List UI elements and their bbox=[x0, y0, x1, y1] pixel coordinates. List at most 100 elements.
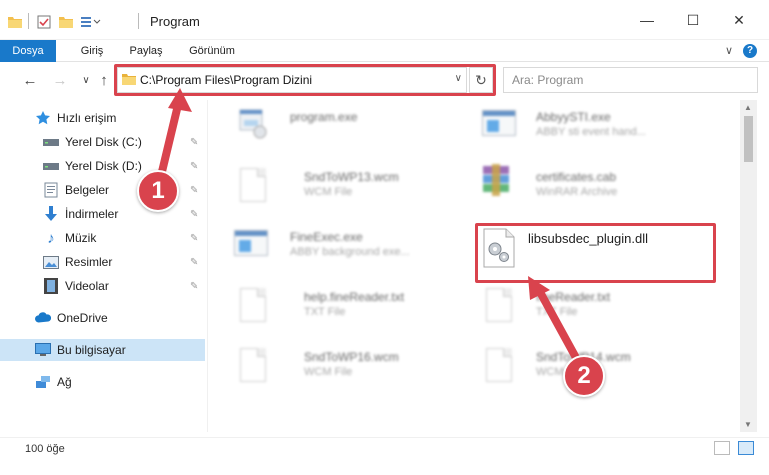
callout-1: 1 bbox=[137, 170, 179, 212]
winrar-icon bbox=[480, 164, 520, 208]
tab-gorunum[interactable]: Görünüm bbox=[182, 40, 242, 62]
back-button[interactable]: ← bbox=[20, 70, 40, 90]
file-item[interactable]: SndToWP16.wcm WCM File bbox=[234, 344, 474, 394]
sidebar-item-label: İndirmeler bbox=[65, 207, 119, 221]
file-icon bbox=[234, 164, 274, 208]
details-view-icon[interactable] bbox=[714, 441, 730, 455]
search-input[interactable]: Ara: Program bbox=[503, 67, 758, 93]
pictures-icon bbox=[43, 254, 59, 270]
customize-toolbar-icon[interactable] bbox=[80, 12, 102, 32]
sidebar-item-pictures[interactable]: Resimler ✎ bbox=[0, 251, 205, 273]
pin-icon: ✎ bbox=[190, 136, 199, 148]
file-item[interactable]: help.fineReader.txt TXT File bbox=[234, 284, 474, 334]
divider bbox=[138, 13, 139, 29]
sidebar-item-label: Resimler bbox=[65, 255, 113, 269]
sidebar-item-local-disk-d[interactable]: Yerel Disk (D:) ✎ bbox=[0, 155, 205, 177]
window-title: Program bbox=[150, 14, 200, 29]
forward-button[interactable]: → bbox=[50, 70, 70, 90]
scroll-up-icon[interactable]: ▲ bbox=[744, 103, 752, 112]
file-name: help.fineReader.txt bbox=[304, 290, 405, 304]
file-item[interactable]: FineExec.exe ABBY background exe... bbox=[234, 224, 474, 274]
documents-icon bbox=[43, 182, 59, 198]
callout-2: 2 bbox=[563, 355, 605, 397]
pin-icon: ✎ bbox=[190, 184, 199, 196]
large-icons-view-icon[interactable] bbox=[738, 441, 754, 455]
search-placeholder: Ara: Program bbox=[512, 73, 584, 87]
music-icon: ♪ bbox=[47, 229, 55, 247]
sidebar-item-label: Hızlı erişim bbox=[57, 111, 117, 125]
file-name: certificates.cab bbox=[536, 170, 617, 184]
file-type: ABBY sti event hand... bbox=[536, 126, 646, 138]
file-item[interactable]: SndToWP13.wcm WCM File bbox=[234, 164, 474, 214]
file-name: AbbyySTI.exe bbox=[536, 110, 611, 124]
sidebar-item-network[interactable]: Ağ bbox=[0, 371, 205, 393]
file-type: TXT File bbox=[536, 306, 578, 318]
help-icon[interactable]: ? bbox=[743, 44, 757, 58]
file-name: program.exe bbox=[290, 110, 358, 124]
minimize-button[interactable]: — bbox=[624, 4, 670, 36]
sidebar-item-label: Belgeler bbox=[65, 183, 110, 197]
sidebar-item-label: Ağ bbox=[57, 375, 72, 389]
close-button[interactable]: ✕ bbox=[716, 4, 762, 36]
pin-icon: ✎ bbox=[190, 208, 199, 220]
pin-icon: ✎ bbox=[190, 256, 199, 268]
sidebar-item-label: OneDrive bbox=[57, 311, 108, 325]
address-highlight-box bbox=[114, 64, 496, 96]
divider bbox=[28, 13, 29, 29]
star-icon bbox=[35, 110, 51, 126]
file-name: SndToWP13.wcm bbox=[304, 170, 399, 184]
pin-icon: ✎ bbox=[190, 160, 199, 172]
maximize-button[interactable]: ☐ bbox=[670, 4, 716, 36]
file-item[interactable]: fineReader.txt TXT File bbox=[480, 284, 720, 334]
app-icon bbox=[234, 224, 274, 268]
app-icon bbox=[480, 104, 520, 148]
recent-locations-button[interactable]: ∨ bbox=[76, 70, 96, 90]
sidebar-item-music[interactable]: ♪ Müzik ✎ bbox=[0, 227, 205, 249]
file-type: WCM File bbox=[304, 366, 353, 378]
dll-highlight-box bbox=[475, 223, 716, 283]
ribbon-expand-icon[interactable]: ∨ bbox=[725, 44, 733, 57]
file-type: WinRAR Archive bbox=[536, 186, 618, 198]
file-icon bbox=[480, 284, 520, 328]
new-folder-icon[interactable] bbox=[58, 12, 74, 32]
sidebar-item-downloads[interactable]: İndirmeler ✎ bbox=[0, 203, 205, 225]
sidebar-item-onedrive[interactable]: OneDrive bbox=[0, 307, 205, 329]
file-name: FineExec.exe bbox=[290, 230, 363, 244]
scrollbar-thumb[interactable] bbox=[744, 116, 753, 162]
sidebar-item-label: Bu bilgisayar bbox=[57, 343, 126, 357]
computer-icon bbox=[35, 342, 51, 358]
exe-icon bbox=[234, 104, 274, 148]
drive-icon bbox=[43, 158, 59, 174]
pin-icon: ✎ bbox=[190, 280, 199, 292]
file-type: WCM File bbox=[304, 186, 353, 198]
file-item[interactable]: certificates.cab WinRAR Archive bbox=[480, 164, 720, 214]
folder-icon bbox=[8, 12, 22, 32]
tab-paylas[interactable]: Paylaş bbox=[122, 40, 170, 62]
sidebar-item-local-disk-c[interactable]: Yerel Disk (C:) ✎ bbox=[0, 131, 205, 153]
sidebar-item-quick-access[interactable]: Hızlı erişim bbox=[0, 107, 205, 129]
file-item[interactable]: program.exe bbox=[234, 104, 474, 154]
sidebar-item-label: Müzik bbox=[65, 231, 97, 245]
sidebar-item-label: Yerel Disk (D:) bbox=[65, 159, 142, 173]
file-item[interactable]: AbbyySTI.exe ABBY sti event hand... bbox=[480, 104, 720, 154]
title-bar: Program — ☐ ✕ bbox=[0, 0, 769, 40]
file-icon bbox=[234, 344, 274, 388]
tab-giris[interactable]: Giriş bbox=[70, 40, 114, 62]
file-name: fineReader.txt bbox=[536, 290, 611, 304]
sidebar-item-this-pc[interactable]: Bu bilgisayar bbox=[0, 339, 205, 361]
sidebar-item-label: Yerel Disk (C:) bbox=[65, 135, 142, 149]
drive-icon bbox=[43, 134, 59, 150]
sidebar-item-videos[interactable]: Videolar ✎ bbox=[0, 275, 205, 297]
properties-icon[interactable] bbox=[36, 12, 52, 32]
file-type: TXT File bbox=[304, 306, 346, 318]
tab-dosya[interactable]: Dosya bbox=[0, 40, 56, 62]
download-icon bbox=[43, 206, 59, 222]
sidebar-item-label: Videolar bbox=[65, 279, 109, 293]
file-icon bbox=[234, 284, 274, 328]
cloud-icon bbox=[35, 310, 51, 326]
item-count: 100 öğe bbox=[25, 443, 65, 455]
navigation-pane: Hızlı erişim Yerel Disk (C:) ✎ Yerel Dis… bbox=[0, 100, 207, 432]
file-type: ABBY background exe... bbox=[290, 246, 410, 258]
up-button[interactable]: ↑ bbox=[94, 70, 114, 90]
scroll-down-icon[interactable]: ▼ bbox=[744, 420, 752, 429]
